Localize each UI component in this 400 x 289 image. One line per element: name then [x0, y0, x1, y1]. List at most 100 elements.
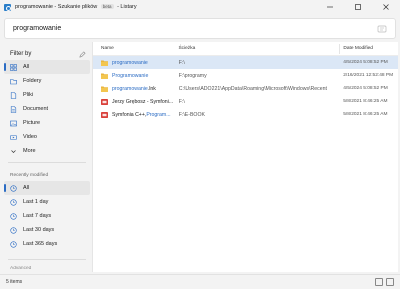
file-name-rest: .lnk	[147, 85, 156, 92]
clock-icon	[10, 198, 17, 206]
file-path-cell: F:\E-BOOK	[178, 111, 205, 118]
file-name-match: programowanie	[112, 85, 148, 92]
maximize-button[interactable]	[344, 0, 372, 14]
file-path-cell: F:\	[178, 98, 185, 105]
sidebar-item-foldery[interactable]: Foldery	[4, 74, 90, 88]
window-title-suffix: - Listary	[117, 4, 137, 10]
list-header: Name Ścieżka Date Modified	[93, 42, 398, 56]
file-name-cell: programowanie .lnk	[93, 86, 179, 92]
sidebar-item-pliki[interactable]: Pliki	[4, 88, 90, 102]
folder-icon	[10, 78, 17, 85]
file-path-cell: F:\	[178, 59, 185, 66]
folder-icon	[101, 60, 108, 66]
sidebar-item-label: Foldery	[23, 78, 42, 84]
view-toggle	[375, 278, 394, 286]
sidebar-item-label: More	[23, 148, 36, 154]
recent-item-last-7-days[interactable]: Last 7 days	[4, 209, 90, 223]
clock-icon	[10, 184, 17, 192]
file-name-cell: programowanie	[93, 60, 179, 66]
sidebar-item-document[interactable]: Document	[4, 102, 90, 116]
file-icon	[10, 91, 17, 99]
search-input[interactable]: programowanie	[13, 25, 61, 32]
filter-sidebar: Filter by All Foldery Pliki Document Picture…	[4, 44, 90, 272]
edit-filter-icon[interactable]	[79, 51, 86, 58]
file-path-cell: F:\programy	[178, 72, 207, 79]
file-name-cell: Programowanie	[93, 73, 179, 79]
document-icon	[10, 105, 17, 113]
filter-title: Filter by	[10, 51, 32, 57]
file-name-match: programowanie	[112, 59, 148, 66]
filter-header: Filter by	[4, 48, 90, 60]
file-name-cell: Symfonia C++, Program...	[93, 111, 179, 118]
recently-modified-title: Recently modified	[10, 172, 49, 178]
column-header-path[interactable]: Ścieżka	[178, 46, 339, 51]
close-icon	[383, 4, 389, 10]
column-header-date[interactable]: Date Modified	[340, 46, 398, 51]
file-name-prefix: Symfonia C++,	[112, 111, 147, 118]
file-name-cell: Jerzy Grębosz - Symfoni...	[93, 98, 179, 105]
table-row[interactable]: Symfonia C++, Program... F:\E-BOOK 5/8/202…	[93, 108, 398, 121]
recent-item-last-30-days[interactable]: Last 30 days	[4, 223, 90, 237]
date-modified-cell: 4/5/2024 5:08:52 PM	[343, 86, 388, 91]
folder-icon	[101, 86, 108, 92]
item-count: 5 items	[6, 279, 23, 285]
file-name-match: Programowanie	[112, 72, 149, 79]
sidebar-item-picture[interactable]: Picture	[4, 116, 90, 130]
results-list: Name Ścieżka Date Modified programowanie…	[92, 42, 398, 272]
sidebar-divider-2	[8, 259, 86, 260]
minimize-button[interactable]	[316, 0, 344, 14]
date-modified-cell: 4/5/2024 5:08:52 PM	[343, 60, 388, 65]
recent-item-all[interactable]: All	[4, 181, 90, 195]
window-controls	[316, 0, 400, 14]
date-modified-cell: 2/16/2021 12:52:48 PM	[343, 73, 394, 78]
close-button[interactable]	[372, 0, 400, 14]
sidebar-item-label: Picture	[23, 120, 41, 126]
window-title: programowanie - Szukanie plików beta - L…	[15, 4, 137, 10]
date-modified-cell: 5/8/2021 8:46:25 AM	[343, 99, 388, 104]
large-icons-view-button[interactable]	[386, 278, 394, 286]
file-name-match: Program...	[146, 111, 171, 118]
file-name-rest: Jerzy Grębosz - Symfoni...	[112, 98, 174, 105]
clock-icon	[10, 226, 17, 234]
sidebar-item-video[interactable]: Video	[4, 130, 90, 144]
sidebar-item-more[interactable]: More	[4, 144, 90, 158]
status-bar: 5 items	[0, 274, 400, 289]
window-title-text: programowanie - Szukanie plików	[15, 4, 98, 10]
recent-item-label: Last 30 days	[23, 227, 55, 233]
column-header-name[interactable]: Name	[93, 46, 178, 51]
title-bar: programowanie - Szukanie plików beta - L…	[0, 0, 400, 14]
beta-badge: beta	[100, 4, 114, 9]
sidebar-divider	[8, 162, 86, 163]
recent-item-last-1-day[interactable]: Last 1 day	[4, 195, 90, 209]
grid-icon	[10, 63, 17, 71]
table-row[interactable]: programowanie .lnk C:\Users\ADO221\AppData…	[93, 82, 398, 95]
search-bar[interactable]: programowanie	[4, 18, 396, 39]
minimize-icon	[327, 6, 333, 8]
sidebar-item-all[interactable]: All	[4, 60, 90, 74]
sidebar-item-label: All	[23, 64, 30, 70]
recent-item-label: Last 7 days	[23, 213, 52, 219]
sidebar-item-label: Video	[23, 134, 37, 140]
file-path-cell: C:\Users\ADO221\AppData\Roaming\Microsof…	[178, 85, 327, 92]
pdf-icon	[101, 98, 108, 105]
pdf-icon	[101, 111, 108, 118]
clock-icon	[10, 212, 17, 220]
picture-icon	[10, 120, 17, 127]
sidebar-item-label: Document	[23, 106, 49, 112]
table-row[interactable]: Programowanie F:\programy 2/16/2021 12:52:…	[93, 69, 398, 82]
details-view-button[interactable]	[375, 278, 383, 286]
maximize-icon	[355, 4, 361, 10]
listary-app-icon	[4, 3, 11, 11]
table-row[interactable]: programowanie F:\ 4/5/2024 5:08:52 PM	[93, 56, 398, 69]
advanced-section-title[interactable]: Advanced	[4, 266, 31, 272]
sidebar-item-label: Pliki	[23, 92, 34, 98]
clock-icon	[10, 240, 17, 248]
video-icon	[10, 134, 17, 141]
date-modified-cell: 5/8/2021 8:46:25 AM	[343, 112, 388, 117]
recent-item-last-365-days[interactable]: Last 365 days	[4, 237, 90, 251]
table-row[interactable]: Jerzy Grębosz - Symfoni... F:\ 5/8/2021 8:…	[93, 95, 398, 108]
recent-item-label: Last 365 days	[23, 241, 58, 247]
recent-item-label: All	[23, 185, 30, 191]
folder-icon	[101, 73, 108, 79]
settings-filter-icon[interactable]	[377, 24, 387, 34]
